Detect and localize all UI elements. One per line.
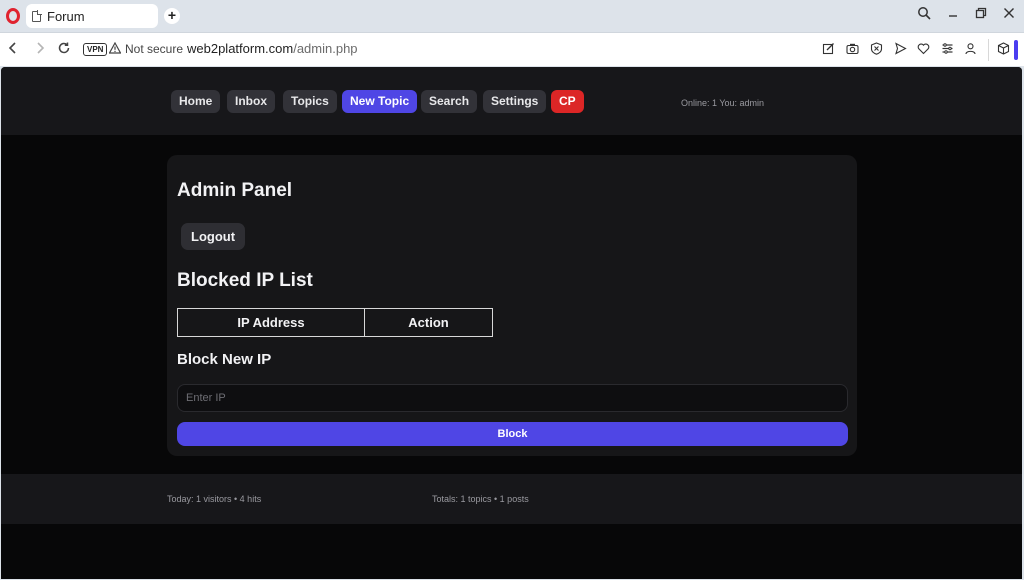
search-icon[interactable] — [914, 6, 934, 25]
warning-icon — [108, 41, 122, 57]
nav-topics[interactable]: Topics — [283, 90, 337, 113]
cube-icon[interactable] — [996, 42, 1010, 56]
ip-input[interactable] — [177, 384, 848, 412]
nav-home[interactable]: Home — [171, 90, 221, 113]
page-viewport: Home Inbox Topics New Topic Search Setti… — [1, 67, 1022, 579]
admin-panel: Admin Panel Logout Blocked IP List IP Ad… — [167, 155, 857, 456]
totals-stats: Totals: 1 topics • 1 posts — [432, 494, 529, 504]
online-status: Online: 1 You: admin — [681, 98, 765, 108]
table-header-row: IP Address Action — [177, 308, 493, 337]
tab-strip: Forum + — [0, 0, 1024, 32]
security-label[interactable]: Not secure — [125, 42, 183, 56]
admin-title: Admin Panel — [177, 180, 293, 201]
opera-logo-icon[interactable] — [6, 8, 20, 24]
logout-button[interactable]: Logout — [181, 223, 246, 250]
block-new-ip-title: Block New IP — [177, 351, 272, 368]
nav-settings[interactable]: Settings — [483, 90, 547, 113]
forward-icon[interactable] — [31, 41, 49, 59]
new-tab-button[interactable]: + — [164, 8, 180, 24]
url-host: web2platform.com — [187, 41, 294, 56]
page-icon — [32, 10, 42, 22]
nav-new-topic[interactable]: New Topic — [342, 90, 418, 113]
url-field[interactable]: web2platform.com/admin.php — [187, 41, 358, 56]
restore-icon[interactable] — [971, 6, 991, 25]
vpn-badge[interactable]: VPN — [83, 43, 108, 56]
sidebar-toggle[interactable] — [1014, 40, 1018, 60]
blocked-ip-title: Blocked IP List — [177, 270, 313, 291]
toolbar-separator — [988, 39, 989, 61]
site-footer: Today: 1 visitors • 4 hits Totals: 1 top… — [1, 474, 1022, 524]
profile-icon[interactable] — [963, 42, 977, 56]
nav-search[interactable]: Search — [421, 90, 478, 113]
back-icon[interactable] — [4, 41, 22, 59]
edit-icon[interactable] — [821, 42, 835, 56]
camera-icon[interactable] — [845, 42, 859, 56]
nav-cp[interactable]: CP — [551, 90, 584, 113]
address-bar-row: VPN Not secure web2platform.com/admin.ph… — [0, 32, 1024, 66]
action-header: Action — [364, 308, 493, 337]
close-icon[interactable] — [999, 6, 1019, 25]
today-stats: Today: 1 visitors • 4 hits — [167, 494, 262, 504]
menu-icon[interactable] — [940, 42, 954, 56]
blocked-ip-table: IP Address Action — [177, 308, 493, 337]
send-icon[interactable] — [893, 42, 907, 56]
url-path: /admin.php — [293, 41, 358, 56]
shield-icon[interactable] — [869, 42, 883, 56]
browser-tab[interactable]: Forum — [26, 4, 158, 28]
nav-inbox[interactable]: Inbox — [227, 90, 275, 113]
ip-address-header: IP Address — [177, 308, 365, 337]
minimize-icon[interactable] — [943, 6, 963, 25]
tab-title: Forum — [47, 8, 85, 24]
heart-icon[interactable] — [916, 42, 930, 56]
site-header: Home Inbox Topics New Topic Search Setti… — [1, 67, 1022, 135]
reload-icon[interactable] — [55, 41, 73, 59]
block-button[interactable]: Block — [177, 422, 848, 446]
